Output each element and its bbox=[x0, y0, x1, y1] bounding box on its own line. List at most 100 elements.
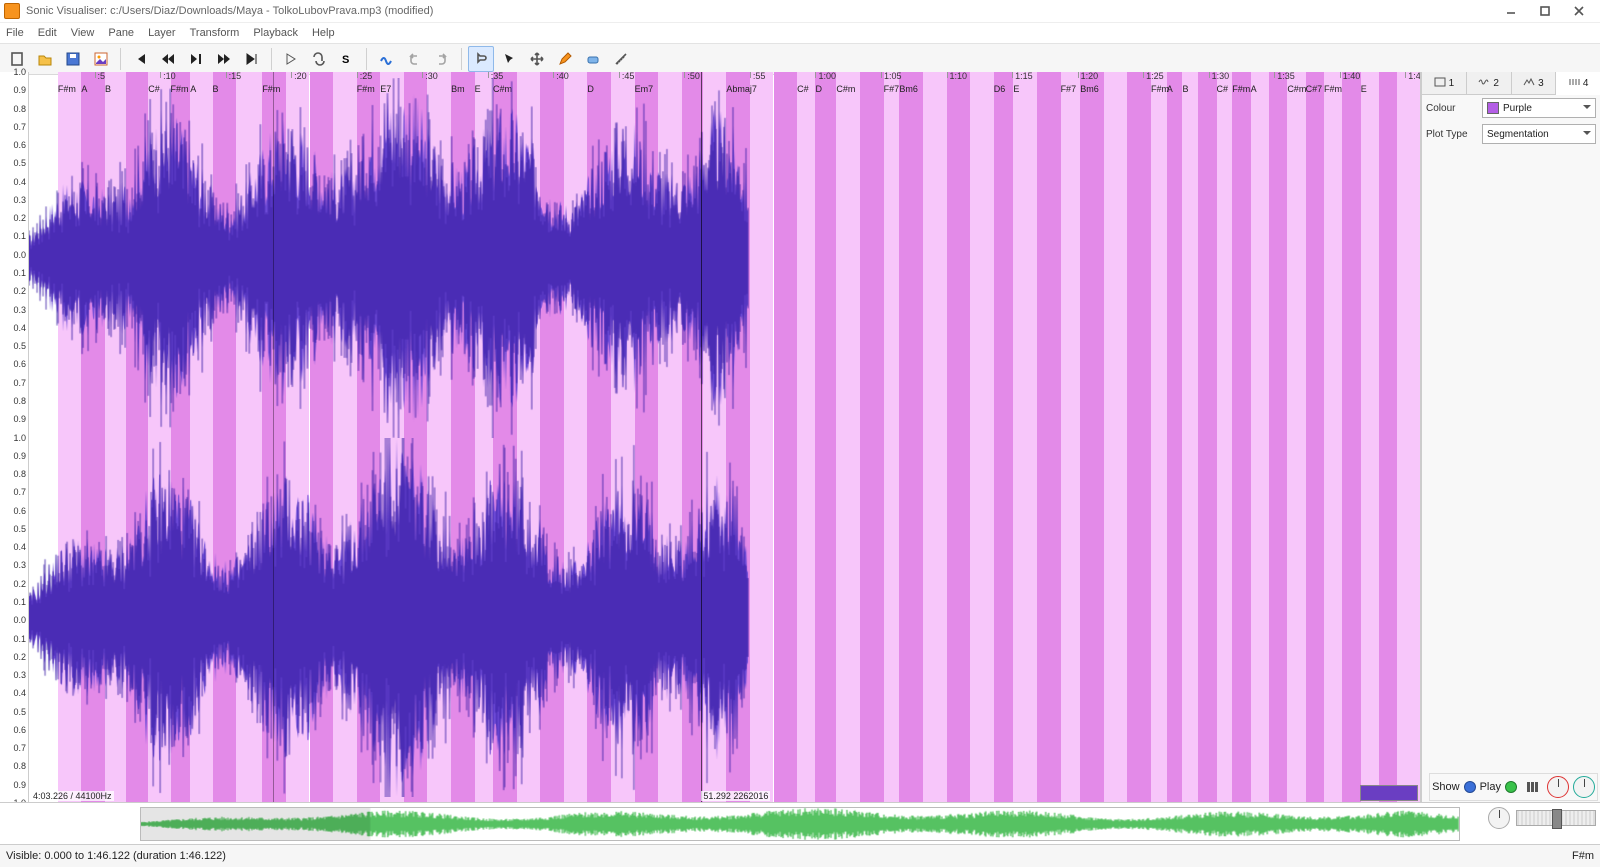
menu-view[interactable]: View bbox=[71, 27, 95, 39]
segment[interactable] bbox=[1217, 72, 1233, 803]
y-tick: 0.4 bbox=[13, 542, 26, 552]
segment[interactable] bbox=[750, 72, 774, 803]
segment[interactable] bbox=[1061, 72, 1081, 803]
segment[interactable] bbox=[1287, 72, 1305, 803]
segment[interactable] bbox=[899, 72, 923, 803]
segment[interactable] bbox=[1306, 72, 1324, 803]
volume-fader[interactable] bbox=[1516, 810, 1596, 826]
chord-label: E bbox=[1361, 84, 1367, 94]
ffwd-end-button[interactable] bbox=[239, 46, 265, 72]
rewind-start-button[interactable] bbox=[127, 46, 153, 72]
pane-minimap[interactable] bbox=[1360, 785, 1418, 801]
y-tick: 0.3 bbox=[13, 305, 26, 315]
segment[interactable] bbox=[797, 72, 815, 803]
segment[interactable] bbox=[1013, 72, 1037, 803]
show-led[interactable] bbox=[1464, 781, 1476, 793]
measure-tool[interactable] bbox=[608, 46, 634, 72]
layer-tab-1[interactable]: 1 bbox=[1422, 72, 1467, 94]
segment[interactable] bbox=[1182, 72, 1198, 803]
play-pause-button[interactable] bbox=[183, 46, 209, 72]
playback-speed-dial[interactable] bbox=[1488, 807, 1510, 829]
colour-select[interactable]: Purple bbox=[1482, 98, 1596, 118]
marker[interactable] bbox=[273, 72, 274, 803]
segment[interactable] bbox=[1037, 72, 1061, 803]
y-tick: 0.7 bbox=[13, 122, 26, 132]
layer-tab-3[interactable]: 3 bbox=[1512, 72, 1557, 94]
y-tick: 0.8 bbox=[13, 104, 26, 114]
segment[interactable] bbox=[1104, 72, 1128, 803]
y-tick: 1.0 bbox=[13, 433, 26, 443]
segment[interactable] bbox=[815, 72, 836, 803]
playhead[interactable] bbox=[701, 72, 702, 803]
maximize-button[interactable] bbox=[1528, 0, 1562, 22]
chord-label: A bbox=[1167, 84, 1173, 94]
segment[interactable] bbox=[1397, 72, 1419, 803]
menu-layer[interactable]: Layer bbox=[148, 27, 176, 39]
erase-tool[interactable] bbox=[580, 46, 606, 72]
ruler-tick: 1:05 bbox=[881, 72, 882, 78]
pan-dial[interactable] bbox=[1573, 776, 1595, 798]
segment[interactable] bbox=[1342, 72, 1360, 803]
segment[interactable] bbox=[860, 72, 884, 803]
segment[interactable] bbox=[1379, 72, 1397, 803]
overview-waveform[interactable] bbox=[140, 807, 1460, 841]
y-tick: 0.8 bbox=[13, 469, 26, 479]
close-button[interactable] bbox=[1562, 0, 1596, 22]
segment[interactable] bbox=[836, 72, 860, 803]
segment[interactable] bbox=[1167, 72, 1183, 803]
layer-tab-2[interactable]: 2 bbox=[1467, 72, 1512, 94]
move-tool[interactable] bbox=[524, 46, 550, 72]
plugin-settings-button[interactable] bbox=[1521, 776, 1543, 798]
menu-edit[interactable]: Edit bbox=[38, 27, 57, 39]
segment[interactable] bbox=[1361, 72, 1379, 803]
align-button[interactable] bbox=[373, 46, 399, 72]
navigate-tool[interactable] bbox=[468, 46, 494, 72]
layer-tab-num: 3 bbox=[1538, 78, 1544, 89]
segment[interactable] bbox=[1127, 72, 1151, 803]
titlebar: Sonic Visualiser: c:/Users/Diaz/Download… bbox=[0, 0, 1600, 23]
record-button[interactable] bbox=[278, 46, 304, 72]
segment[interactable] bbox=[1151, 72, 1167, 803]
menu-playback[interactable]: Playback bbox=[253, 27, 298, 39]
segment[interactable] bbox=[923, 72, 947, 803]
segment[interactable] bbox=[970, 72, 994, 803]
segment[interactable] bbox=[1324, 72, 1342, 803]
ffwd-button[interactable] bbox=[211, 46, 237, 72]
segment[interactable] bbox=[884, 72, 900, 803]
overview-strip bbox=[0, 802, 1600, 845]
segment[interactable] bbox=[1269, 72, 1287, 803]
waveform-left bbox=[29, 78, 749, 438]
waveform-pane[interactable]: :5:10:15:20:25:30:35:40:45:50:551:001:05… bbox=[29, 72, 1421, 803]
redo-button[interactable] bbox=[429, 46, 455, 72]
menu-pane[interactable]: Pane bbox=[108, 27, 134, 39]
plot-type-select[interactable]: Segmentation bbox=[1482, 124, 1596, 144]
segment[interactable] bbox=[1251, 72, 1269, 803]
select-tool[interactable] bbox=[496, 46, 522, 72]
menu-help[interactable]: Help bbox=[312, 27, 335, 39]
menu-file[interactable]: File bbox=[6, 27, 24, 39]
open-button[interactable] bbox=[32, 46, 58, 72]
y-tick: 0.2 bbox=[13, 213, 26, 223]
waveform-right bbox=[29, 438, 749, 798]
edit-tool[interactable] bbox=[552, 46, 578, 72]
layer-tab-icon bbox=[1523, 77, 1535, 90]
save-button[interactable] bbox=[60, 46, 86, 72]
play-led[interactable] bbox=[1505, 781, 1517, 793]
gain-dial[interactable] bbox=[1547, 776, 1569, 798]
layer-tab-4[interactable]: 4 bbox=[1556, 72, 1600, 95]
solo-button[interactable]: S bbox=[334, 46, 360, 72]
menu-transform[interactable]: Transform bbox=[190, 27, 240, 39]
segment[interactable] bbox=[947, 72, 971, 803]
loop-button[interactable] bbox=[306, 46, 332, 72]
status-left: Visible: 0.000 to 1:46.122 (duration 1:4… bbox=[6, 850, 226, 862]
minimize-button[interactable] bbox=[1494, 0, 1528, 22]
rewind-button[interactable] bbox=[155, 46, 181, 72]
segment[interactable] bbox=[1198, 72, 1216, 803]
export-image-button[interactable] bbox=[88, 46, 114, 72]
undo-button[interactable] bbox=[401, 46, 427, 72]
y-tick: 0.6 bbox=[13, 359, 26, 369]
segment[interactable] bbox=[1232, 72, 1250, 803]
segment[interactable] bbox=[1080, 72, 1104, 803]
segment[interactable] bbox=[774, 72, 798, 803]
segment[interactable] bbox=[994, 72, 1014, 803]
